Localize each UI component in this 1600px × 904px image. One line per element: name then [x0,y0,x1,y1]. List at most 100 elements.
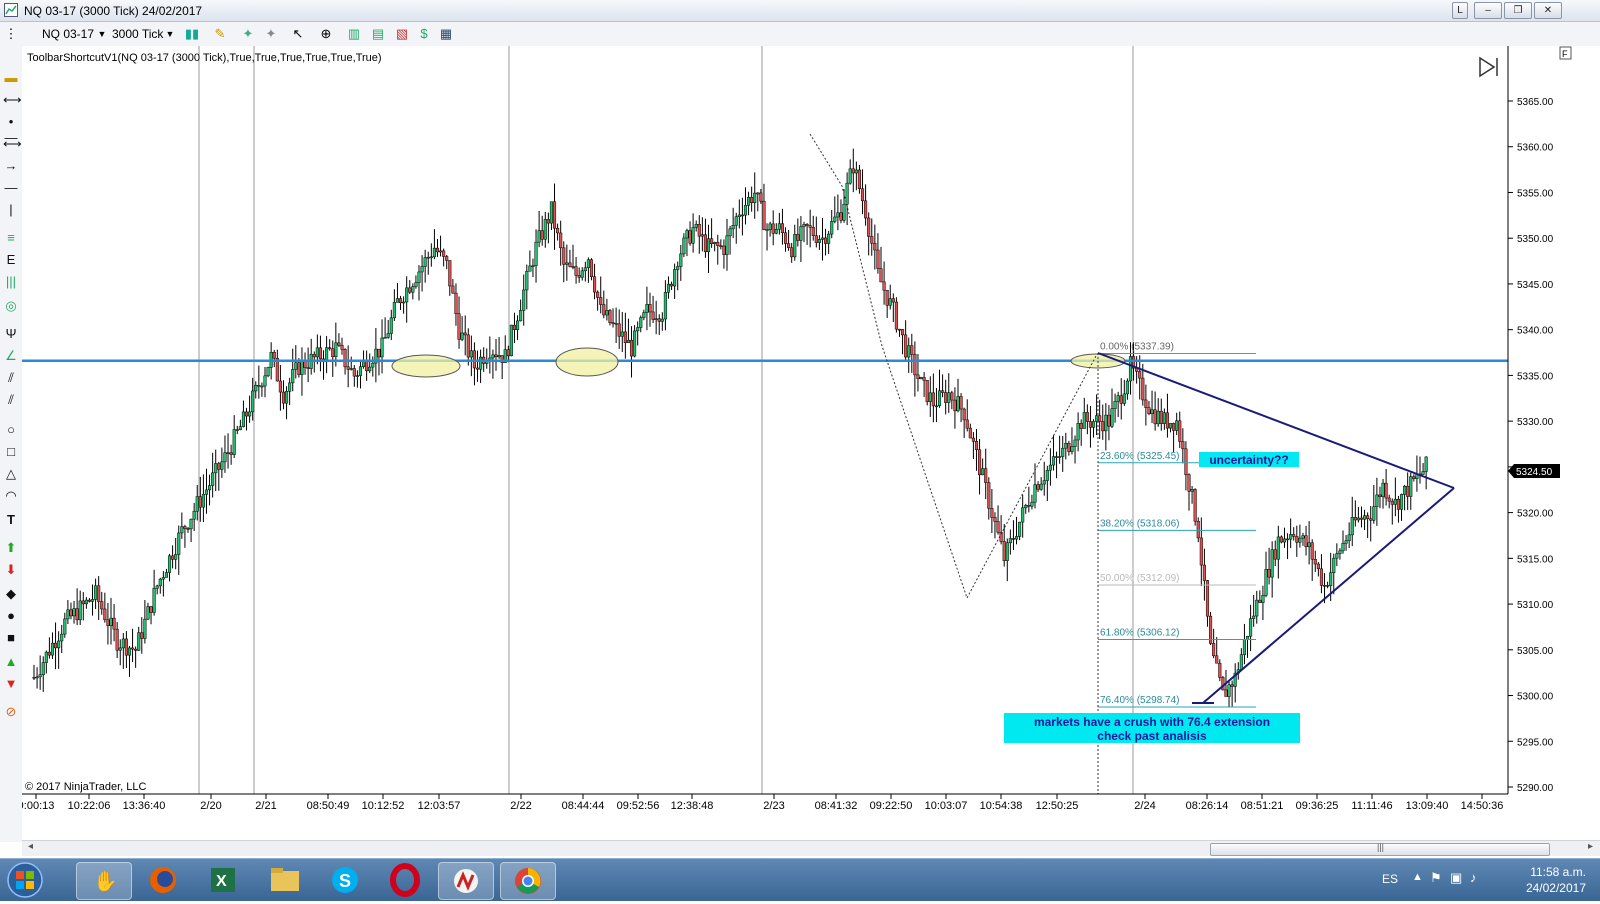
remove-drawings-icon[interactable]: ⊘ [3,704,19,720]
price-tick-label: 5310.00 [1517,600,1554,611]
interval-dropdown-icon[interactable]: ▼ [162,26,178,42]
candle-down [257,384,261,387]
candle-down [217,463,221,470]
bar-type-icon[interactable]: ▮▮ [184,26,200,42]
rectangle-icon[interactable]: □ [3,444,19,460]
data-box-icon[interactable]: ▤ [370,26,386,42]
candle-down [577,275,581,278]
candle-up [420,266,424,273]
start-button-icon[interactable] [6,861,44,899]
dot-icon[interactable]: ● [3,608,19,624]
candle-down [229,452,233,455]
support-ellipse-2 [555,347,619,377]
show-hidden-icons[interactable]: ▲ [1412,871,1423,883]
taskbar-app-hand[interactable]: ✋ [76,862,132,900]
candle-down [1286,538,1290,541]
link-button[interactable]: L [1452,2,1468,19]
candle-up [663,292,667,320]
trend-channel-icon[interactable]: ⫽ [3,392,19,408]
triangle-icon[interactable]: △ [3,466,19,482]
horizontal-line-icon[interactable]: — [3,180,19,196]
vertical-line-icon[interactable]: | [3,202,19,218]
candle-up [937,390,942,407]
scroll-left-icon[interactable]: ◂ [28,841,33,852]
candle-down [1212,643,1216,657]
candle-down [1107,414,1111,427]
candle-down [574,266,578,276]
taskbar-app-chrome[interactable] [500,862,556,900]
taskbar-app-skype[interactable]: S [318,862,372,898]
clock-date[interactable]: 24/02/2017 [1526,881,1586,895]
triangle-down-icon[interactable]: ▼ [3,676,19,692]
maximize-button[interactable]: ❐ [1504,2,1532,19]
candle-down [611,322,615,324]
chart-trader-icon[interactable]: ▥ [346,26,362,42]
candle-down [722,245,726,255]
taskbar-app-explorer[interactable] [258,862,312,898]
candle-down [115,628,119,651]
indicator-icon[interactable]: ✦ [240,26,256,42]
candle-up [694,223,698,228]
candle-down [556,227,560,234]
triangle-up-icon[interactable]: ▲ [3,654,19,670]
ray-icon[interactable]: •— [3,114,19,145]
regression-channel-icon[interactable]: ⫽ [3,370,19,386]
square-icon[interactable]: ■ [3,630,19,646]
fibonacci-retracement-icon[interactable]: ≡ [3,230,19,246]
language-indicator[interactable]: ES [1382,872,1398,886]
time-tick-label: 08:51:21 [1241,800,1284,812]
zoom-icon[interactable]: ⊕ [318,26,334,42]
gann-fan-icon[interactable]: ∠ [3,348,19,364]
candle-down [780,223,784,234]
time-tick-label: 9:00:13 [22,800,54,812]
taskbar-app-firefox[interactable] [136,862,190,898]
price-tick-label: 5305.00 [1517,646,1554,657]
instrument-selector[interactable]: NQ 03-17 [42,27,94,41]
pointer-cursor-icon[interactable]: ↖ [290,26,306,42]
clock-time[interactable]: 11:58 a.m. [1530,865,1586,879]
minimize-button[interactable]: – [1474,2,1502,19]
arrow-down-icon[interactable]: ⬇ [3,562,19,578]
andrews-pitchfork-icon[interactable]: Ψ [3,326,19,342]
template-icon[interactable]: ▦ [438,26,454,42]
taskbar-app-ninjatrader[interactable] [438,862,494,900]
fibonacci-circle-icon[interactable]: ◎ [3,298,19,314]
action-center-icon[interactable]: ⚑ [1430,870,1442,886]
candle-down [183,526,187,529]
candle-up [57,640,61,649]
fibonacci-time-icon[interactable]: ||| [3,274,19,290]
candle-down [235,429,239,431]
volume-icon[interactable]: ♪ [1470,870,1477,885]
candle-down [870,236,874,244]
line-segment-icon[interactable]: ⟷ [3,92,22,108]
fibonacci-extension-icon[interactable]: Ε [3,252,19,268]
arc-icon[interactable]: ◠ [3,488,19,504]
dollar-icon[interactable]: $ [416,26,432,42]
extended-line-icon[interactable]: ⟷ [3,136,22,152]
chart-properties-icon[interactable]: ▧ [394,26,410,42]
candle-down [913,354,917,376]
interval-selector[interactable]: 3000 Tick [112,27,163,41]
candle-up [765,229,769,231]
taskbar-app-excel[interactable]: X [196,862,250,898]
candle-up [152,588,156,613]
ruler-icon[interactable]: ▬ [3,70,19,86]
price-chart[interactable]: 0.00% (5337.39) 23.60% (5325.45) 38.20% (5… [22,46,1600,840]
candle-up [1255,599,1259,617]
diamond-icon[interactable]: ◆ [3,586,19,602]
network-icon[interactable]: ▣ [1450,870,1462,886]
drawing-pencil-icon[interactable]: ✎ [212,26,228,42]
arrow-line-icon[interactable]: → [3,158,19,174]
ellipse-icon[interactable]: ○ [3,422,19,438]
arrow-up-icon[interactable]: ⬆ [3,540,19,556]
candle-down [512,324,517,330]
horizontal-scrollbar[interactable]: ◂ ||| ▸ [22,840,1600,856]
text-icon[interactable]: T [3,512,19,528]
strategy-icon[interactable]: ✦ [263,26,279,42]
taskbar-app-opera[interactable] [378,862,432,898]
candle-down [864,200,868,219]
close-button[interactable]: ✕ [1534,2,1562,19]
candle-up [1335,553,1339,559]
instrument-dropdown-icon[interactable]: ▼ [94,26,110,42]
scroll-right-icon[interactable]: ▸ [1588,841,1593,852]
